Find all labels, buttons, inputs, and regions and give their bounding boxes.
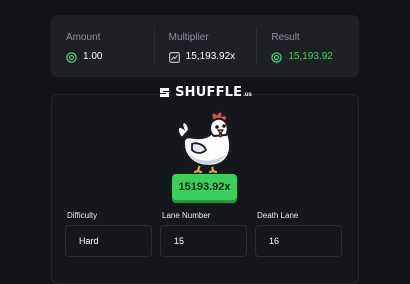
death-lane-label: Death Lane: [257, 211, 299, 220]
shuffle-logo-icon: [158, 86, 171, 99]
amount-stat: Amount 1.00: [51, 15, 154, 77]
stats-card: Amount 1.00 Multiplier 15,193.92x Result: [51, 15, 359, 77]
difficulty-field[interactable]: Hard: [65, 225, 152, 257]
brand-name: SHUFFLE: [175, 85, 243, 100]
difficulty-label: Difficulty: [67, 211, 98, 220]
lane-number-label: Lane Number: [162, 211, 211, 220]
brand-logo: SHUFFLE .us: [0, 85, 410, 100]
result-label: Result: [271, 32, 300, 43]
multiplier-badge: 15193.92x: [172, 174, 237, 200]
lane-number-field[interactable]: 15: [160, 225, 247, 257]
coin-icon: [66, 51, 77, 63]
brand-tld: .us: [243, 92, 252, 98]
multiplier-stat: Multiplier 15,193.92x: [153, 15, 257, 77]
amount-value: 1.00: [83, 51, 103, 62]
multiplier-label: Multiplier: [168, 32, 209, 43]
multiplier-value: 15,193.92x: [185, 51, 236, 62]
chicken-mascot-icon: [174, 108, 238, 174]
chart-icon: [168, 51, 180, 63]
coin-icon: [271, 51, 283, 63]
death-lane-field[interactable]: 16: [255, 225, 342, 257]
amount-label: Amount: [66, 32, 101, 43]
result-stat: Result 15,193.92: [256, 15, 359, 77]
result-value: 15,193.92: [288, 51, 333, 62]
